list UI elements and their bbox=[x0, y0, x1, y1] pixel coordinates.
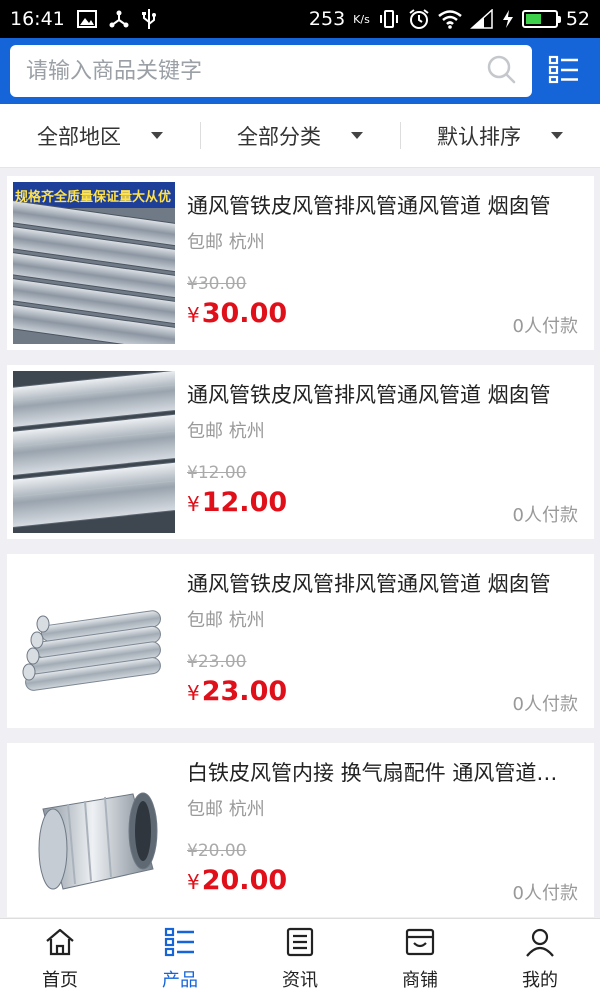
filter-category[interactable]: 全部分类 bbox=[200, 104, 400, 167]
product-title[interactable]: 通风管铁皮风管排风管通风管道 烟囱管 bbox=[187, 379, 577, 409]
tab-label: 资讯 bbox=[282, 970, 318, 991]
product-image[interactable]: 规格齐全质量保证量大从优 bbox=[13, 182, 175, 344]
search-box[interactable] bbox=[10, 45, 533, 97]
currency-symbol: ¥ bbox=[187, 492, 200, 516]
product-list: 规格齐全质量保证量大从优 通风管铁皮风管排风管通风管道 烟囱管 包邮 杭州 ¥3… bbox=[0, 168, 600, 918]
caret-down-icon bbox=[551, 132, 563, 139]
caret-down-icon bbox=[151, 132, 163, 139]
user-icon bbox=[524, 927, 556, 962]
tab-store[interactable]: 商铺 bbox=[360, 919, 480, 1000]
tab-label: 我的 bbox=[522, 970, 558, 991]
product-sold-count: 0人付款 bbox=[512, 883, 578, 904]
charging-icon bbox=[502, 9, 514, 29]
status-bar: 16:41 253 K/s 52 bbox=[0, 0, 600, 38]
product-sold-count: 0人付款 bbox=[512, 505, 578, 526]
filter-label: 全部地区 bbox=[37, 124, 121, 149]
tab-label: 商铺 bbox=[402, 970, 438, 991]
share-icon bbox=[109, 9, 129, 29]
product-title[interactable]: 通风管铁皮风管排风管通风管道 烟囱管 bbox=[187, 190, 577, 220]
product-sold-count: 0人付款 bbox=[512, 316, 578, 337]
menu-list-icon bbox=[548, 54, 580, 88]
price-value: 23.00 bbox=[201, 676, 288, 707]
product-title[interactable]: 白铁皮风管内接 换气扇配件 通风管道连接件 bbox=[187, 757, 577, 787]
tab-products[interactable]: 产品 bbox=[120, 919, 240, 1000]
tab-news[interactable]: 资讯 bbox=[240, 919, 360, 1000]
category-menu-button[interactable] bbox=[538, 45, 590, 97]
product-price: ¥20.00 bbox=[187, 865, 287, 896]
product-image[interactable] bbox=[13, 560, 175, 722]
product-old-price: ¥23.00 bbox=[187, 652, 247, 672]
list-icon bbox=[164, 927, 196, 962]
price-value: 12.00 bbox=[201, 487, 288, 518]
net-unit: K/s bbox=[353, 12, 370, 26]
home-icon bbox=[44, 927, 76, 962]
product-title[interactable]: 通风管铁皮风管排风管通风管道 烟囱管 bbox=[187, 568, 577, 598]
tab-label: 产品 bbox=[162, 970, 198, 991]
product-item[interactable]: 白铁皮风管内接 换气扇配件 通风管道连接件 包邮 杭州 ¥20.00 ¥20.0… bbox=[7, 743, 594, 917]
product-item[interactable]: 规格齐全质量保证量大从优 通风管铁皮风管排风管通风管道 烟囱管 包邮 杭州 ¥3… bbox=[7, 176, 594, 350]
usb-icon bbox=[141, 8, 157, 30]
net-speed: 253 bbox=[308, 8, 346, 30]
tab-me[interactable]: 我的 bbox=[480, 919, 600, 1000]
price-value: 20.00 bbox=[201, 865, 288, 896]
vibrate-icon bbox=[378, 9, 400, 29]
product-old-price: ¥30.00 bbox=[187, 274, 247, 294]
caret-down-icon bbox=[351, 132, 363, 139]
product-old-price: ¥12.00 bbox=[187, 463, 247, 483]
product-price: ¥30.00 bbox=[187, 298, 287, 329]
product-price: ¥23.00 bbox=[187, 676, 287, 707]
alarm-icon bbox=[408, 8, 430, 30]
currency-symbol: ¥ bbox=[187, 681, 200, 705]
wifi-icon bbox=[438, 9, 462, 29]
product-image[interactable] bbox=[13, 371, 175, 533]
header-bar bbox=[0, 38, 600, 104]
product-image[interactable] bbox=[13, 749, 175, 911]
product-item[interactable]: 通风管铁皮风管排风管通风管道 烟囱管 包邮 杭州 ¥12.00 ¥12.00 0… bbox=[7, 365, 594, 539]
battery-icon bbox=[521, 10, 561, 28]
tab-home[interactable]: 首页 bbox=[0, 919, 120, 1000]
product-shipping: 包邮 杭州 bbox=[187, 799, 265, 820]
product-banner: 规格齐全质量保证量大从优 bbox=[15, 190, 172, 205]
bottom-tab-bar: 首页 产品 资讯 商铺 我的 bbox=[0, 918, 600, 1000]
battery-level: 52 bbox=[565, 8, 590, 30]
filter-sort[interactable]: 默认排序 bbox=[400, 104, 600, 167]
filter-bar: 全部地区 全部分类 默认排序 bbox=[0, 104, 600, 168]
filter-label: 默认排序 bbox=[437, 124, 521, 149]
product-shipping: 包邮 杭州 bbox=[187, 232, 265, 253]
search-icon[interactable] bbox=[486, 54, 516, 88]
image-icon bbox=[76, 10, 97, 28]
search-input[interactable] bbox=[26, 58, 487, 84]
product-old-price: ¥20.00 bbox=[187, 841, 247, 861]
product-item[interactable]: 通风管铁皮风管排风管通风管道 烟囱管 包邮 杭州 ¥23.00 ¥23.00 0… bbox=[7, 554, 594, 728]
product-sold-count: 0人付款 bbox=[512, 694, 578, 715]
currency-symbol: ¥ bbox=[187, 870, 200, 894]
price-value: 30.00 bbox=[201, 298, 288, 329]
news-icon bbox=[284, 927, 316, 962]
product-price: ¥12.00 bbox=[187, 487, 287, 518]
signal-icon bbox=[469, 9, 494, 29]
filter-label: 全部分类 bbox=[237, 124, 321, 149]
store-icon bbox=[404, 927, 436, 962]
product-shipping: 包邮 杭州 bbox=[187, 610, 265, 631]
status-time: 16:41 bbox=[10, 8, 65, 30]
filter-region[interactable]: 全部地区 bbox=[0, 104, 200, 167]
product-shipping: 包邮 杭州 bbox=[187, 421, 265, 442]
tab-label: 首页 bbox=[42, 970, 78, 991]
currency-symbol: ¥ bbox=[187, 303, 200, 327]
